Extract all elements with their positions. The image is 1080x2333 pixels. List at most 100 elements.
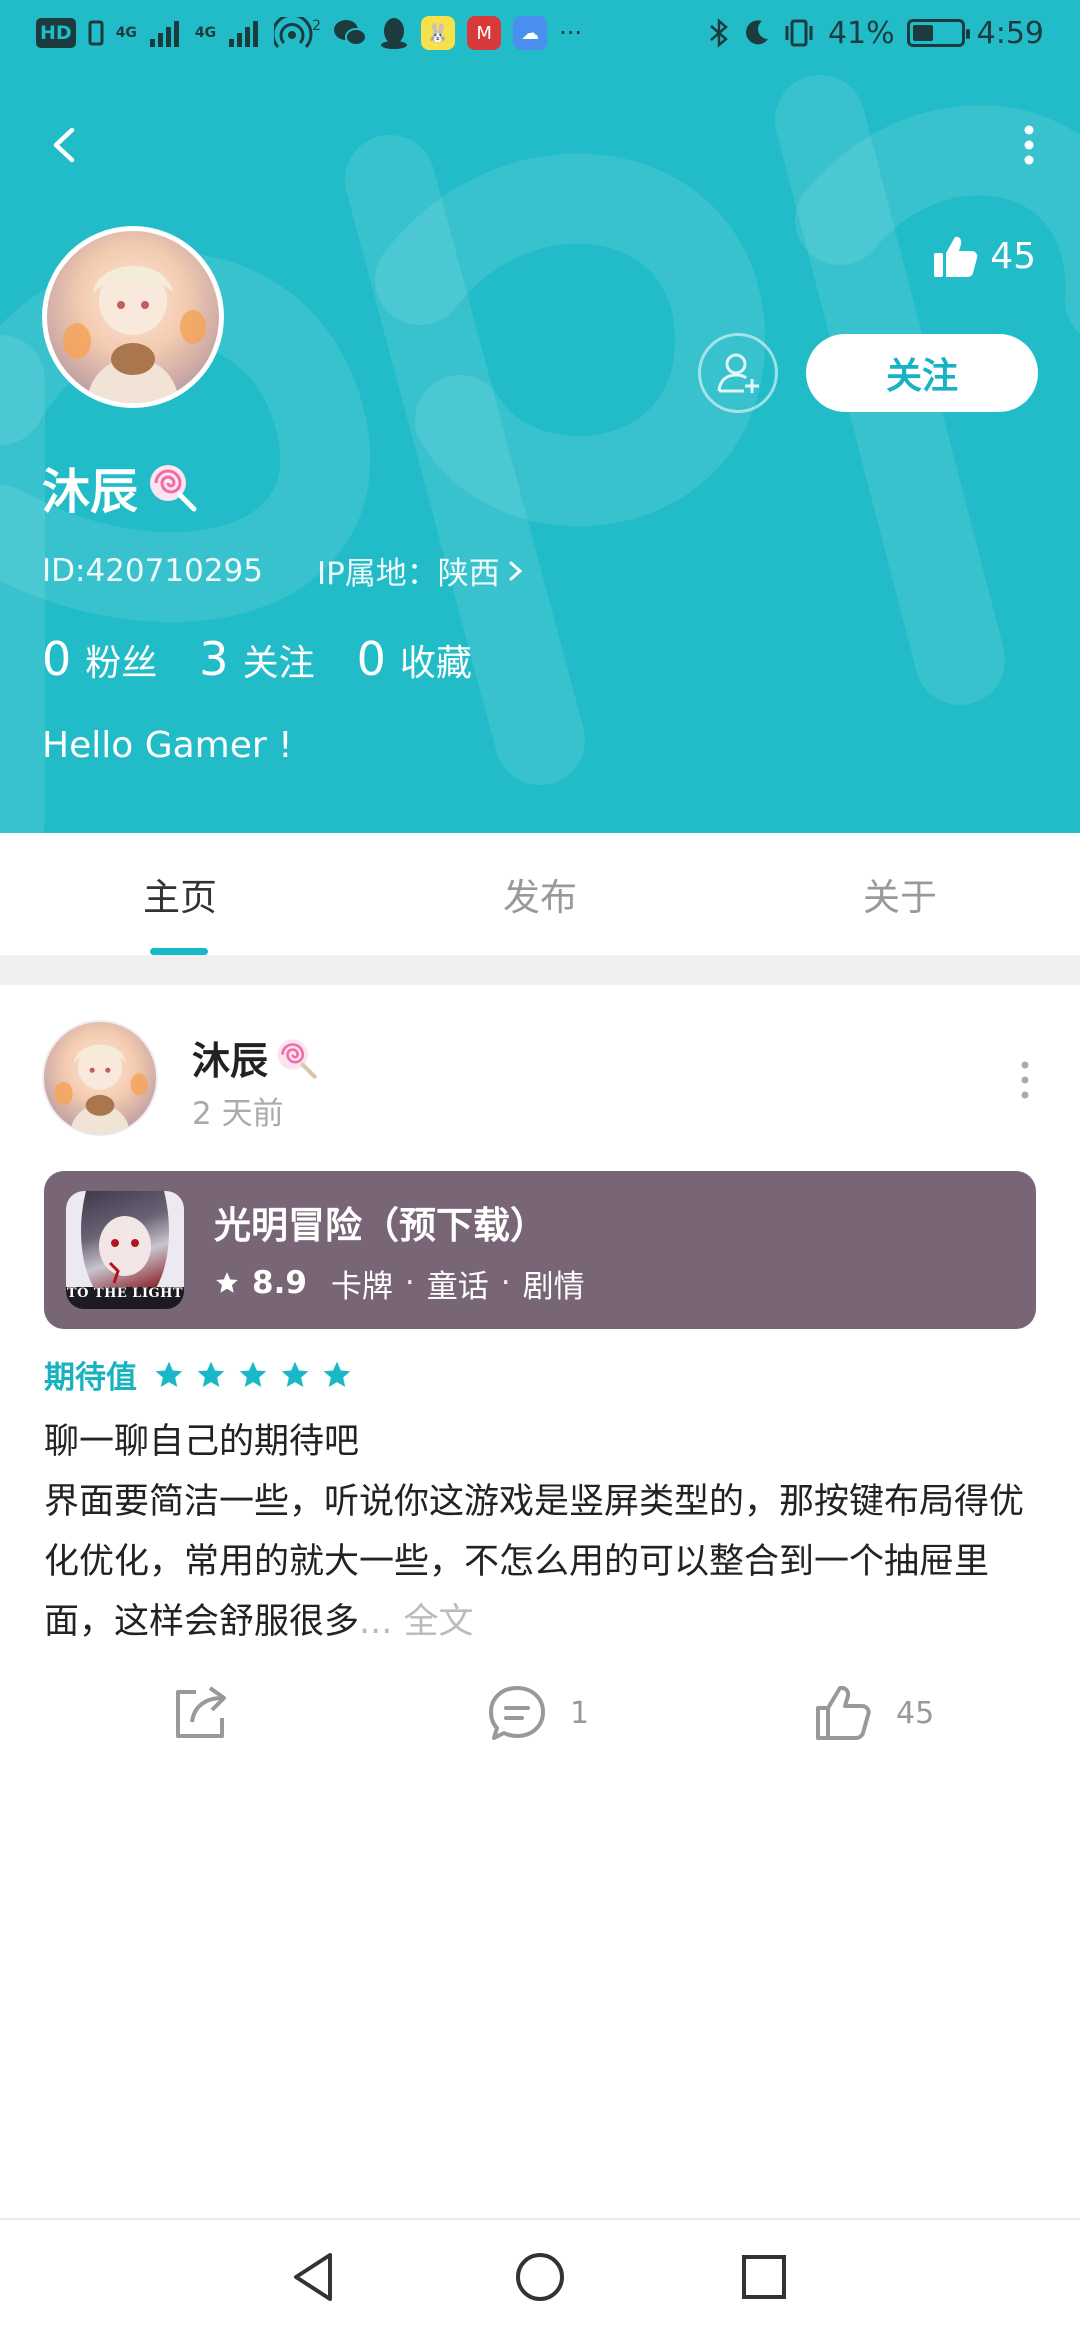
ip-location-link[interactable]: IP属地：陕西 [317, 548, 526, 593]
share-icon [176, 1686, 226, 1738]
ip-location: IP属地：陕西 [316, 556, 500, 592]
post-text-content: 界面要简洁一些，听说你这游戏是竖屏类型的，那按键布局得优化优化，常用的就大一些，… [44, 1482, 1025, 1642]
profile-username-row: 沐辰 [42, 452, 198, 522]
stat-number: 0 [356, 632, 386, 686]
post-body[interactable]: 聊一聊自己的期待吧 界面要简洁一些，听说你这游戏是竖屏类型的，那按键布局得优化优… [44, 1412, 1044, 1652]
game-tag: 卡牌 [330, 1268, 393, 1305]
post-author-avatar[interactable] [42, 1020, 158, 1136]
post-more-icon[interactable] [1010, 1055, 1040, 1105]
game-info: 光明冒险（预下载） 8.9 卡牌 · 童话 · 剧情 [214, 1195, 585, 1306]
more-vertical-icon[interactable] [1004, 120, 1054, 170]
nav-home-icon[interactable] [508, 2245, 572, 2309]
tab-posts[interactable]: 发布 [360, 833, 720, 955]
share-button[interactable] [170, 1682, 232, 1744]
add-friend-button[interactable] [698, 333, 778, 413]
bank-app-icon: M [467, 16, 502, 50]
game-title: 光明冒险（预下载） [214, 1203, 547, 1247]
top-nav [0, 100, 1080, 190]
add-user-icon [717, 353, 759, 393]
follow-button[interactable]: 关注 [806, 334, 1038, 412]
post-timestamp: 2 天前 [192, 1096, 284, 1132]
read-more-link[interactable]: ... 全文 [359, 1602, 474, 1642]
star-icon [155, 1361, 183, 1387]
like-count: 45 [896, 1695, 935, 1731]
tab-about[interactable]: 关于 [720, 833, 1080, 955]
stat-label: 粉丝 [85, 643, 158, 684]
profile-stats: 0 粉丝 3 关注 0 收藏 [42, 632, 472, 686]
profile-header: HD 4G 4G 2 🐰 M ☁ ··· 41% 4:59 45 关注 沐辰 I… [0, 0, 1080, 833]
battery-percent: 41% [827, 15, 895, 51]
qq-icon [381, 18, 408, 49]
cloud-app-icon: ☁ [513, 16, 548, 50]
avatar-illustration [54, 1044, 148, 1134]
post-actions: 1 45 [0, 1682, 1080, 1762]
more-notifications: ··· [559, 19, 582, 47]
hd-chip: HD [36, 18, 76, 48]
star-icon [197, 1361, 225, 1387]
wechat-icon [334, 20, 368, 46]
hotspot-count: 2 [312, 18, 322, 34]
thumbs-up-icon [934, 236, 978, 277]
status-bar: HD 4G 4G 2 🐰 M ☁ ··· 41% 4:59 [0, 0, 1080, 66]
star-icon [323, 1361, 351, 1387]
stat-label: 收藏 [399, 643, 472, 684]
signal-icon-2 [229, 21, 259, 47]
avatar-illustration [63, 265, 206, 403]
nav-recents-icon[interactable] [732, 2245, 796, 2309]
game-score: 8.9 [252, 1265, 307, 1301]
post-author-row[interactable]: 沐辰 [192, 1030, 318, 1085]
post-text-paragraph: 界面要简洁一些，听说你这游戏是竖屏类型的，那按键布局得优化优化，常用的就大一些，… [44, 1472, 1044, 1652]
back-arrow-icon[interactable] [40, 120, 90, 170]
stat-fans[interactable]: 0 粉丝 [42, 632, 157, 686]
thumbs-up-outline-icon [816, 1685, 871, 1740]
stat-number: 3 [199, 632, 229, 686]
stat-favorites[interactable]: 0 收藏 [357, 632, 472, 686]
game-meta: 8.9 卡牌 · 童话 · 剧情 [214, 1261, 585, 1306]
battery-icon [906, 19, 970, 47]
clock: 4:59 [976, 15, 1044, 51]
star-icon [239, 1361, 267, 1387]
profile-username: 沐辰 [42, 464, 139, 520]
lollipop-icon [277, 1038, 317, 1079]
game-icon: TO THE LIGHT [66, 1191, 184, 1309]
game-tag: 童话 [426, 1268, 489, 1305]
bluetooth-icon [710, 18, 728, 48]
signal-icon [149, 21, 179, 47]
profile-tabs: 主页 发布 关于 [0, 833, 1080, 955]
star-icon [216, 1272, 238, 1293]
stat-number: 0 [42, 632, 72, 686]
user-id: ID:420710295 [42, 552, 263, 589]
id-line: ID:420710295 IP属地：陕西 [42, 548, 526, 593]
post-text-line1: 聊一聊自己的期待吧 [44, 1422, 360, 1462]
chevron-right-icon [509, 561, 523, 580]
game-card[interactable]: TO THE LIGHT 光明冒险（预下载） 8.9 卡牌 · 童话 · 剧情 [44, 1171, 1036, 1329]
likes-count: 45 [990, 235, 1036, 277]
stat-label: 关注 [242, 643, 315, 684]
sim-icon [88, 20, 104, 46]
rabbit-app-icon: 🐰 [421, 16, 456, 50]
game-tag: 剧情 [522, 1268, 585, 1305]
dnd-moon-icon [745, 20, 768, 45]
comment-button[interactable]: 1 [486, 1682, 589, 1744]
active-tab-indicator [150, 948, 208, 955]
network-type-label: 4G [115, 25, 137, 41]
comment-count: 1 [570, 1695, 590, 1731]
hotspot-icon [274, 17, 313, 49]
like-button[interactable]: 45 [812, 1682, 934, 1744]
nav-back-icon[interactable] [282, 2245, 346, 2309]
profile-avatar[interactable] [42, 226, 224, 408]
system-nav-bar [0, 2218, 1080, 2333]
stat-following[interactable]: 3 关注 [199, 632, 314, 686]
profile-bio: Hello Gamer ! [42, 725, 293, 766]
lollipop-icon [150, 465, 197, 512]
tag-separator: · [500, 1265, 511, 1301]
profile-likes: 45 [932, 226, 1036, 286]
tag-separator: · [404, 1265, 415, 1301]
rating-label: 期待值 [44, 1360, 137, 1396]
tab-home[interactable]: 主页 [0, 833, 360, 955]
post-author-name: 沐辰 [192, 1039, 269, 1083]
vibrate-icon [785, 19, 813, 47]
star-icon [281, 1361, 309, 1387]
comment-icon [489, 1686, 545, 1740]
expectation-rating: 期待值 [44, 1352, 353, 1397]
